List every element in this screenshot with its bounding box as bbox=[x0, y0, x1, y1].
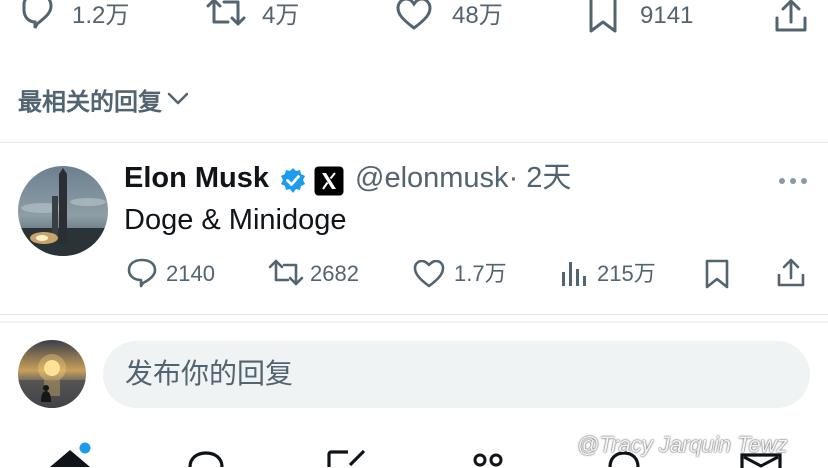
divider bbox=[0, 321, 828, 323]
views-chart-icon[interactable] bbox=[560, 260, 588, 288]
reply-icon[interactable] bbox=[18, 0, 56, 32]
author-handle[interactable]: @elonmusk· 2天 bbox=[355, 164, 571, 193]
reply-sort-label: 最相关的回复 bbox=[18, 89, 162, 116]
reply-count: 2140 bbox=[166, 261, 215, 286]
divider bbox=[0, 142, 828, 143]
avatar[interactable] bbox=[18, 166, 108, 256]
like-icon[interactable] bbox=[396, 0, 432, 32]
reply-input[interactable]: 发布你的回复 bbox=[103, 341, 810, 408]
watermark: @Tracy Jarquin Tewz bbox=[545, 430, 788, 458]
reply-sort-dropdown[interactable]: 最相关的回复 bbox=[18, 82, 190, 117]
share-icon[interactable] bbox=[774, 0, 808, 34]
author-name[interactable]: Elon Musk bbox=[124, 164, 269, 193]
reply-icon[interactable] bbox=[126, 258, 158, 288]
compose-icon[interactable] bbox=[326, 450, 368, 468]
verified-badge-icon bbox=[279, 167, 307, 195]
handle-text: @elonmusk bbox=[355, 162, 509, 194]
retweet-icon[interactable] bbox=[268, 259, 304, 287]
divider bbox=[0, 314, 828, 315]
like-icon[interactable] bbox=[413, 260, 445, 288]
views-count: 215万 bbox=[597, 261, 656, 286]
share-icon[interactable] bbox=[776, 258, 806, 288]
more-options-icon[interactable] bbox=[778, 176, 808, 186]
bookmark-icon[interactable] bbox=[704, 259, 730, 289]
notification-dot bbox=[79, 442, 91, 454]
current-user-avatar[interactable] bbox=[18, 340, 86, 408]
search-icon[interactable] bbox=[186, 450, 226, 468]
post-time: · 2天 bbox=[508, 162, 572, 194]
retweet-count: 2682 bbox=[310, 261, 359, 286]
watermark-text: @Tracy Jarquin Tewz bbox=[577, 432, 788, 457]
reply-input-placeholder: 发布你的回复 bbox=[125, 358, 294, 389]
tweet-text: Doge & Minidoge bbox=[124, 204, 347, 236]
top-like-count: 48万 bbox=[452, 2, 503, 29]
bookmark-icon[interactable] bbox=[588, 0, 618, 34]
top-retweet-count: 4万 bbox=[262, 2, 300, 29]
x-affiliate-badge-icon bbox=[314, 166, 344, 196]
communities-icon[interactable] bbox=[470, 452, 506, 468]
chevron-down-icon bbox=[166, 86, 190, 114]
like-count: 1.7万 bbox=[454, 261, 507, 286]
top-bookmark-count: 9141 bbox=[640, 2, 694, 29]
retweet-icon[interactable] bbox=[204, 0, 248, 32]
sparkle-icon bbox=[545, 430, 571, 458]
top-reply-count: 1.2万 bbox=[72, 2, 130, 29]
